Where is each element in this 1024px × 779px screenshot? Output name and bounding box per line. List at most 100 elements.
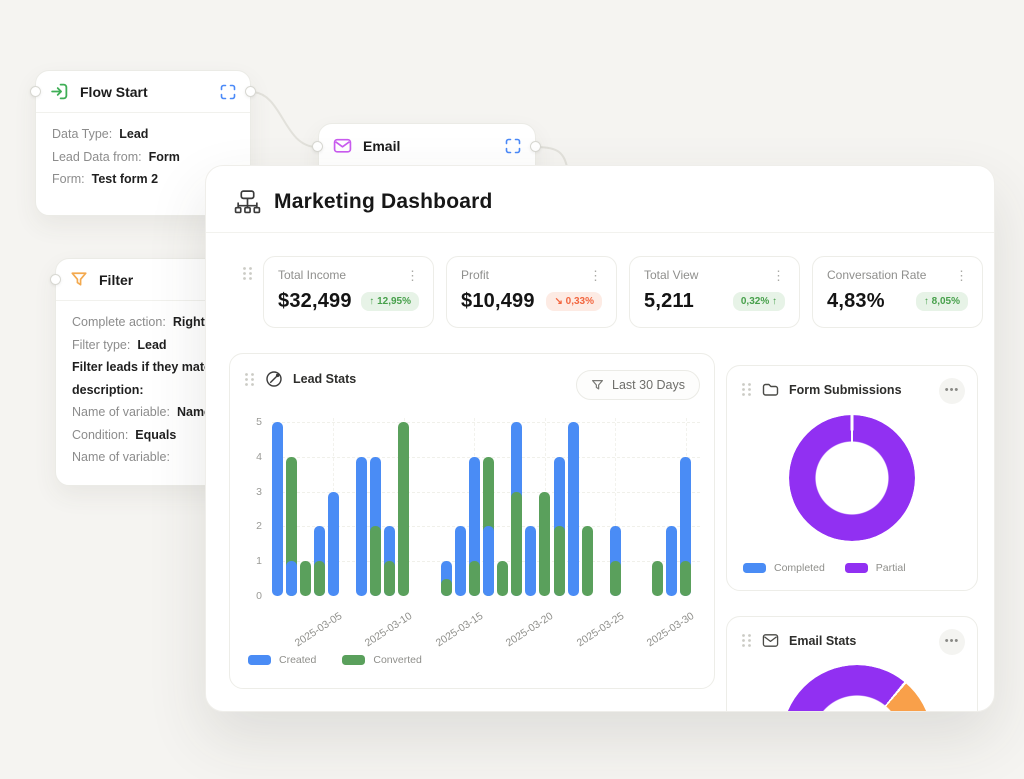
chart-bar [497,561,508,596]
x-axis-tick: 2025-03-20 [504,610,556,649]
trend-badge: ↑ 12,95% [361,292,419,311]
chart-bar [300,561,311,596]
port-email-left[interactable] [312,141,323,152]
y-axis-tick: 0 [238,590,262,602]
port-flow-start-right[interactable] [245,86,256,97]
stat-card[interactable]: Conversation Rate ⋮ 4,83% ↑ 8,05% [812,256,983,328]
marketing-dashboard-window: Marketing Dashboard Total Income ⋮ $32,499… [205,165,995,712]
chart-bar [328,492,339,596]
sitemap-icon [234,188,261,215]
drag-handle[interactable] [741,633,752,648]
email-icon [333,136,352,155]
kebab-menu-icon[interactable]: ⋮ [772,269,785,282]
chart-bar [666,526,677,596]
y-axis-tick: 5 [238,416,262,428]
lead-stats-chart: 0 1 2 3 4 5 2025-03-05 2025-03-10 2025-03-15 2025… [230,354,714,688]
filter-icon [70,271,88,289]
stat-label: Conversation Rate [827,268,926,282]
chart-bar [455,526,466,596]
form-submissions-panel: Form Submissions ••• Completed Partial [726,365,978,591]
chart-bar [272,422,283,596]
chart-bar [314,561,325,596]
chart-bar [582,526,593,596]
kebab-menu-icon[interactable]: ⋮ [589,269,602,282]
port-email-right[interactable] [530,141,541,152]
form-submissions-donut-chart [789,415,915,541]
expand-icon[interactable] [220,84,236,100]
email-stats-panel: Email Stats ••• [726,616,978,712]
x-axis-tick: 2025-03-30 [645,610,697,649]
trend-badge: 0,32% ↑ [733,292,785,311]
panel-title: Email Stats [789,634,856,648]
node-title: Email [363,138,494,154]
chart-legend: Completed Partial [743,562,906,574]
x-axis-tick: 2025-03-25 [574,610,626,649]
kebab-menu-icon[interactable]: ⋮ [406,269,419,282]
field-line: Data Type:Lead [52,123,234,146]
y-axis-tick: 1 [238,555,262,567]
lead-stats-panel: Lead Stats Last 30 Days 0123452025-03-05… [229,353,715,689]
flow-start-icon [50,82,69,101]
chart-bar [652,561,663,596]
y-axis-tick: 3 [238,486,262,498]
envelope-icon [762,633,779,648]
x-axis-tick: 2025-03-10 [363,610,415,649]
chart-bar [398,422,409,596]
stat-value: 4,83% [827,290,885,313]
legend-item: Created [248,654,316,666]
stats-row: Total Income ⋮ $32,499 ↑ 12,95% Profit ⋮ $10,4… [263,256,983,328]
legend-swatch [743,563,766,573]
y-axis-tick: 2 [238,520,262,532]
dashboard-header: Marketing Dashboard [206,166,994,233]
legend-swatch [248,655,271,665]
port-flow-start-left[interactable] [30,86,41,97]
chart-bar [441,579,452,596]
chart-bar [525,526,536,596]
chart-bar [286,561,297,596]
kebab-menu-icon[interactable]: ⋮ [955,269,968,282]
stat-card[interactable]: Total Income ⋮ $32,499 ↑ 12,95% [263,256,434,328]
drag-handle[interactable] [741,382,752,397]
chart-bar [483,526,494,596]
stat-card[interactable]: Profit ⋮ $10,499 ↘ 0,33% [446,256,617,328]
stat-label: Profit [461,268,489,282]
node-title: Flow Start [80,84,209,100]
trend-badge: ↘ 0,33% [546,292,602,311]
email-stats-donut-chart [782,665,932,712]
legend-item: Converted [342,654,421,666]
stat-label: Total View [644,268,698,282]
x-axis-tick: 2025-03-05 [292,610,344,649]
stat-card[interactable]: Total View ⋮ 5,211 0,32% ↑ [629,256,800,328]
x-axis-tick: 2025-03-15 [433,610,485,649]
chart-legend: Created Converted [248,654,422,666]
stat-value: $32,499 [278,290,352,313]
page-title: Marketing Dashboard [274,190,493,214]
stat-value: $10,499 [461,290,535,313]
panel-title: Form Submissions [789,383,902,397]
expand-icon[interactable] [505,138,521,154]
port-filter-left[interactable] [50,274,61,285]
drag-handle[interactable] [242,266,253,281]
chart-bar [568,422,579,596]
chart-bar [469,561,480,596]
legend-item: Partial [845,562,906,574]
legend-item: Completed [743,562,825,574]
field-line: Lead Data from:Form [52,146,234,169]
legend-swatch [845,563,868,573]
legend-swatch [342,655,365,665]
chart-bar [511,492,522,596]
canvas: Flow Start Data Type:LeadLead Data from:… [0,0,1024,779]
chart-bar [370,526,381,596]
chart-bar [356,457,367,596]
chart-bar [384,561,395,596]
stat-value: 5,211 [644,290,694,313]
folder-icon [762,382,779,397]
gridline [272,422,700,423]
chart-bar [680,561,691,596]
panel-menu-button[interactable]: ••• [939,629,965,655]
trend-badge: ↑ 8,05% [916,292,968,311]
y-axis-tick: 4 [238,451,262,463]
chart-bar [610,561,621,596]
stat-label: Total Income [278,268,346,282]
panel-menu-button[interactable]: ••• [939,378,965,404]
